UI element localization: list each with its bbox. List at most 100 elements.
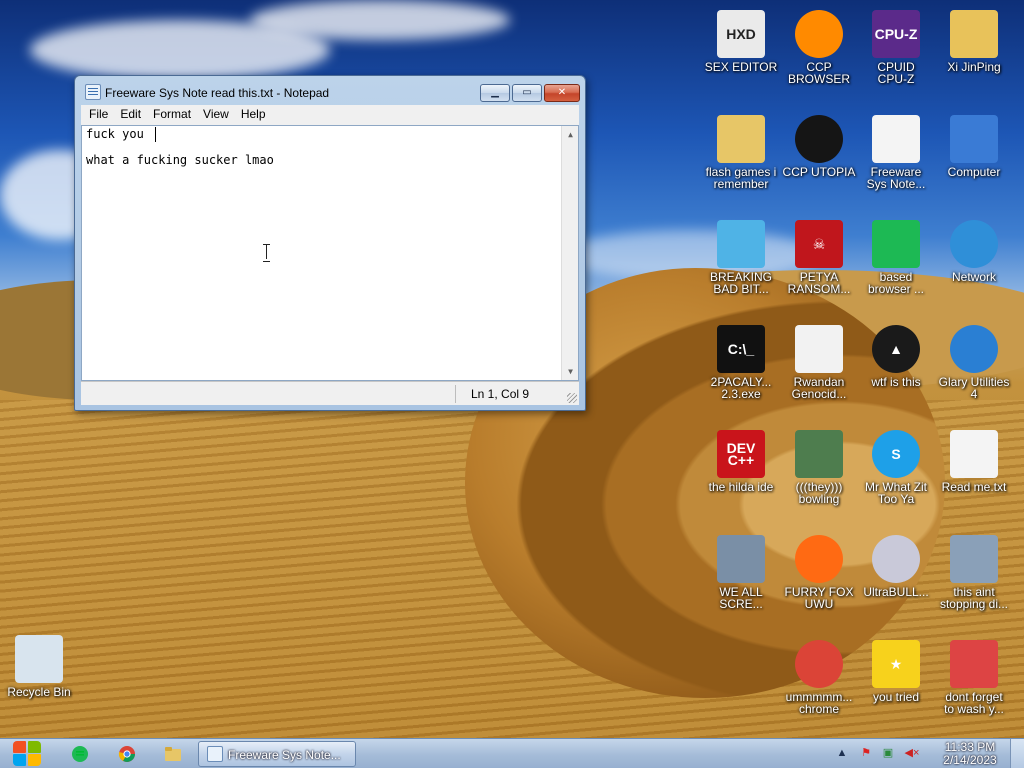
text-caret [155, 127, 156, 142]
statusbar-divider [455, 385, 456, 403]
notepad-app-icon[interactable] [85, 84, 101, 100]
minimize-button[interactable]: ▁ [480, 84, 510, 102]
desktop-icon[interactable]: Recycle Bin [0, 635, 78, 698]
computer-icon [950, 115, 998, 163]
desktop-icon[interactable]: dont forget to wash y... [935, 640, 1013, 715]
vertical-scrollbar[interactable]: ▲ ▼ [561, 126, 578, 380]
menu-file[interactable]: File [81, 105, 114, 123]
santa-icon [795, 430, 843, 478]
desktop-icon[interactable]: CCP BROWSER [780, 10, 858, 85]
desktop-icon[interactable]: based browser ... [857, 220, 935, 295]
desktop-icon-label: BREAKING BAD BIT... [709, 270, 772, 296]
windows-logo-icon [12, 739, 42, 767]
recycle-bin-icon [15, 635, 63, 683]
cpu-z-icon: CPU-Z [872, 10, 920, 58]
menu-view[interactable]: View [197, 105, 235, 123]
desktop-icon[interactable]: UltraBULL... [857, 535, 935, 598]
browser-swirl-icon [795, 10, 843, 58]
disc-icon [872, 535, 920, 583]
taskbar: Freeware Sys Note... ▲ ⚑ ▣ ◀× 11:33 PM 2… [0, 738, 1024, 768]
desktop-icon[interactable]: Rwandan Genocid... [780, 325, 858, 400]
desktop-icon-label: you tried [872, 690, 920, 704]
star-icon: ★ [872, 640, 920, 688]
desktop-icon[interactable]: Read me.txt [935, 430, 1013, 493]
desktop-icon-label: Computer [947, 165, 1001, 179]
dev-cpp-icon: DEV C++ [717, 430, 765, 478]
clock[interactable]: 11:33 PM 2/14/2023 [930, 741, 1010, 767]
text-line-1: fuck you [86, 127, 144, 141]
desktop-icon-label: dont forget to wash y... [944, 690, 1004, 716]
ibeam-cursor-icon [263, 244, 271, 262]
desktop-icon-label: CCP UTOPIA [782, 165, 856, 179]
computer-install-icon [950, 535, 998, 583]
desktop-icon-label: Rwandan Genocid... [791, 375, 847, 401]
computer-virus-icon [717, 535, 765, 583]
taskbar-pin-explorer[interactable] [153, 741, 193, 767]
resize-grip-icon[interactable] [567, 393, 577, 403]
network-globe-icon [950, 220, 998, 268]
notepad-text-area[interactable]: fuck you what a fucking sucker lmao ▲ ▼ [81, 125, 579, 381]
scroll-down-arrow-icon[interactable]: ▼ [562, 363, 579, 380]
desktop-icon[interactable]: FURRY FOX UWU [780, 535, 858, 610]
desktop-icon[interactable]: Freeware Sys Note... [857, 115, 935, 190]
taskbar-pin-chat[interactable] [60, 741, 100, 767]
desktop-icon-label: Glary Utilities 4 [938, 375, 1010, 401]
show-desktop-button[interactable] [1010, 739, 1024, 768]
close-button[interactable]: ✕ [544, 84, 580, 102]
desktop-icon-label: Xi JinPing [947, 60, 1001, 74]
desktop-icon[interactable]: HXD SEX EDITOR [702, 10, 780, 73]
desktop-icon[interactable]: this aint stopping di... [935, 535, 1013, 610]
desktop-icon[interactable]: C:\_ 2PACALY... 2.3.exe [702, 325, 780, 400]
desktop-icon[interactable]: WE ALL SCRE... [702, 535, 780, 610]
desktop-icon[interactable]: ▲ wtf is this [857, 325, 935, 388]
taskbar-task-notepad[interactable]: Freeware Sys Note... [198, 741, 356, 767]
maximize-icon: ▭ [522, 87, 532, 98]
desktop-icon[interactable]: ☠ PETYA RANSOM... [780, 220, 858, 295]
desktop-icon[interactable]: BREAKING BAD BIT... [702, 220, 780, 295]
dark-emblem-icon [795, 115, 843, 163]
desktop-icon-label: FURRY FOX UWU [784, 585, 854, 611]
menu-help[interactable]: Help [235, 105, 272, 123]
desktop-icon[interactable]: Network [935, 220, 1013, 283]
chat-icon [872, 220, 920, 268]
chrome-icon [795, 640, 843, 688]
tray-expand-icon[interactable]: ▲ [834, 745, 850, 761]
meme-face-icon [795, 325, 843, 373]
desktop-icon[interactable]: ★ you tried [857, 640, 935, 703]
maximize-button[interactable]: ▭ [512, 84, 542, 102]
taskbar-pin-chrome[interactable] [107, 741, 147, 767]
desktop-icon-label: CPUID CPU-Z [877, 60, 915, 86]
notepad-titlebar[interactable]: Freeware Sys Note read this.txt - Notepa… [75, 76, 585, 106]
menu-edit[interactable]: Edit [114, 105, 147, 123]
desktop-icon-label: SEX EDITOR [704, 60, 778, 74]
desktop-icon-label: UltraBULL... [863, 585, 929, 599]
volume-muted-icon[interactable]: ◀× [904, 745, 920, 761]
desktop-icon-label: wtf is this [871, 375, 921, 389]
menu-format[interactable]: Format [147, 105, 197, 123]
action-center-flag-icon[interactable]: ⚑ [858, 745, 874, 761]
minimize-icon: ▁ [491, 87, 499, 98]
desktop-icon[interactable]: Computer [935, 115, 1013, 178]
scroll-up-arrow-icon[interactable]: ▲ [562, 126, 579, 143]
desktop-icon[interactable]: (((they))) bowling [780, 430, 858, 505]
desktop-icon[interactable]: flash games i remember [702, 115, 780, 190]
notepad-window[interactable]: Freeware Sys Note read this.txt - Notepa… [74, 75, 586, 411]
notepad-statusbar: Ln 1, Col 9 [81, 381, 579, 405]
desktop-icon-label: based browser ... [867, 270, 924, 296]
desktop-icon[interactable]: S Mr What Zit Too Ya [857, 430, 935, 505]
ccleaner-icon [950, 640, 998, 688]
desktop-icon[interactable]: CCP UTOPIA [780, 115, 858, 178]
folder-icon [717, 115, 765, 163]
desktop-icon-label: ummmmm... chrome [785, 690, 853, 716]
desktop-icon-label: Recycle Bin [7, 685, 71, 699]
desktop-icon[interactable]: Glary Utilities 4 [935, 325, 1013, 400]
start-button[interactable] [8, 739, 46, 768]
desktop-icon[interactable]: ummmmm... chrome [780, 640, 858, 715]
notepad-icon [207, 746, 223, 762]
network-tray-icon[interactable]: ▣ [880, 745, 896, 761]
desktop-icon[interactable]: CPU-Z CPUID CPU-Z [857, 10, 935, 85]
desktop-icon[interactable]: DEV C++ the hilda ide [702, 430, 780, 493]
desktop-icon-label: Mr What Zit Too Ya [865, 480, 927, 506]
desktop-icon-label: this aint stopping di... [939, 585, 1009, 611]
desktop-icon[interactable]: Xi JinPing [935, 10, 1013, 73]
